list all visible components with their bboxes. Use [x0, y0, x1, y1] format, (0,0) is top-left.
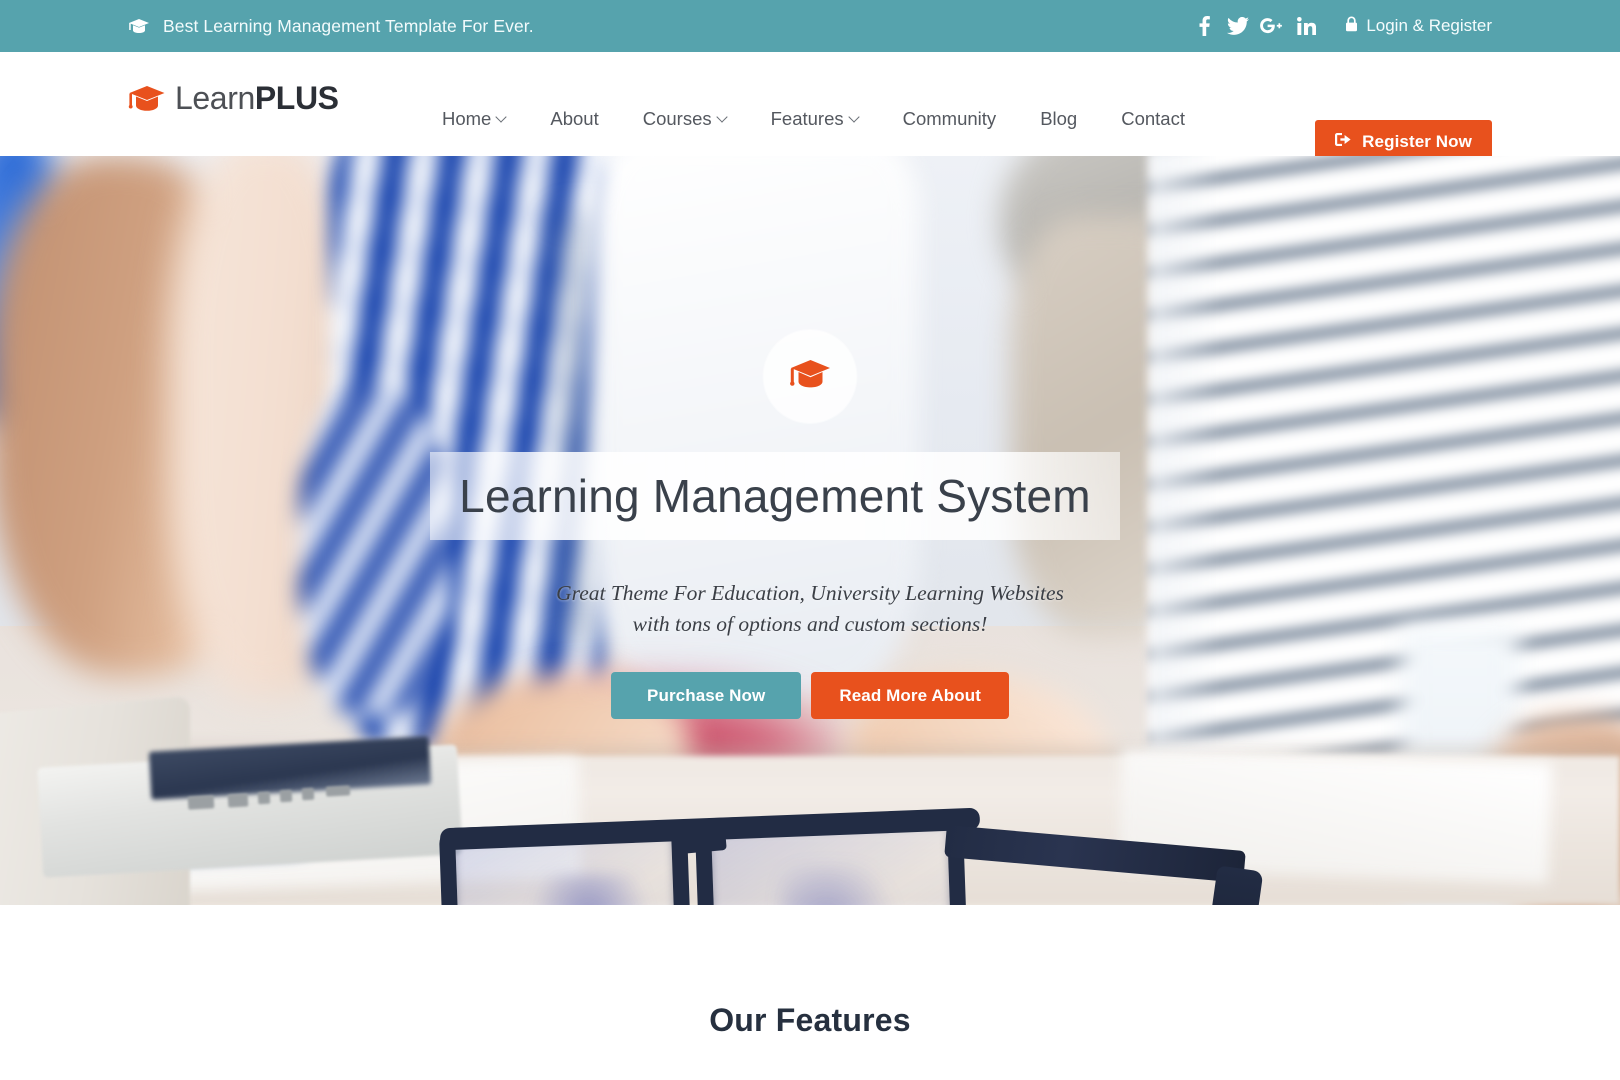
sign-in-icon: [1335, 132, 1352, 152]
nav-item-about[interactable]: About: [528, 108, 620, 130]
nav-item-features[interactable]: Features: [749, 108, 881, 130]
graduation-cap-icon: [128, 85, 166, 112]
nav-item-label: Blog: [1040, 108, 1078, 129]
linkedin-icon[interactable]: [1289, 11, 1323, 41]
logo-text-learn: Learn: [175, 80, 255, 116]
login-register-link[interactable]: Login & Register: [1345, 16, 1492, 37]
logo[interactable]: LearnPLUS: [128, 82, 339, 114]
features-section: Our Features: [0, 905, 1620, 1080]
lock-icon: [1345, 16, 1358, 37]
main-navigation: Home About Courses Features Community Bl…: [420, 108, 1207, 130]
hero-title-bar: Learning Management System: [430, 452, 1120, 540]
nav-item-label: Home: [442, 108, 492, 129]
hero-subtitle-line-2: with tons of options and custom sections…: [632, 612, 988, 636]
purchase-now-button[interactable]: Purchase Now: [611, 672, 802, 719]
top-bar: Best Learning Management Template For Ev…: [0, 0, 1620, 52]
register-now-label: Register Now: [1362, 132, 1472, 151]
nav-item-label: Courses: [642, 108, 712, 129]
twitter-icon[interactable]: [1221, 11, 1255, 41]
top-bar-right: Login & Register: [1187, 11, 1492, 41]
graduation-cap-icon: [789, 359, 831, 394]
login-register-label: Login & Register: [1366, 16, 1492, 35]
nav-item-blog[interactable]: Blog: [1018, 108, 1099, 130]
chevron-down-icon: [718, 113, 727, 122]
nav-item-contact[interactable]: Contact: [1099, 108, 1207, 130]
hero-buttons: Purchase Now Read More About: [0, 672, 1620, 719]
top-bar-left: Best Learning Management Template For Ev…: [128, 16, 534, 37]
nav-item-label: Features: [770, 108, 844, 129]
top-bar-tagline: Best Learning Management Template For Ev…: [163, 15, 534, 36]
hero-subtitle-line-1: Great Theme For Education, University Le…: [556, 581, 1064, 605]
hero-title: Learning Management System: [459, 470, 1091, 522]
logo-text-plus: PLUS: [254, 80, 339, 116]
read-more-about-button[interactable]: Read More About: [811, 672, 1009, 719]
nav-item-community[interactable]: Community: [881, 108, 1019, 130]
chevron-down-icon: [850, 113, 859, 122]
logo-text: LearnPLUS: [175, 82, 339, 114]
graduation-cap-icon: [128, 18, 150, 34]
hero-badge: [763, 330, 857, 423]
features-heading: Our Features: [709, 1002, 911, 1038]
facebook-icon[interactable]: [1187, 11, 1221, 41]
nav-item-courses[interactable]: Courses: [621, 108, 749, 130]
hero-section: Learning Management System Great Theme F…: [0, 156, 1620, 905]
site-header: LearnPLUS Home About Courses Features Co…: [0, 52, 1620, 164]
chevron-down-icon: [497, 113, 506, 122]
nav-item-label: Community: [902, 108, 997, 129]
hero-subtitle: Great Theme For Education, University Le…: [0, 578, 1620, 640]
nav-item-label: Contact: [1121, 108, 1185, 129]
hero-content: Learning Management System Great Theme F…: [0, 156, 1620, 905]
google-plus-icon[interactable]: [1255, 11, 1289, 41]
nav-item-home[interactable]: Home: [420, 108, 528, 130]
nav-item-label: About: [550, 108, 599, 129]
